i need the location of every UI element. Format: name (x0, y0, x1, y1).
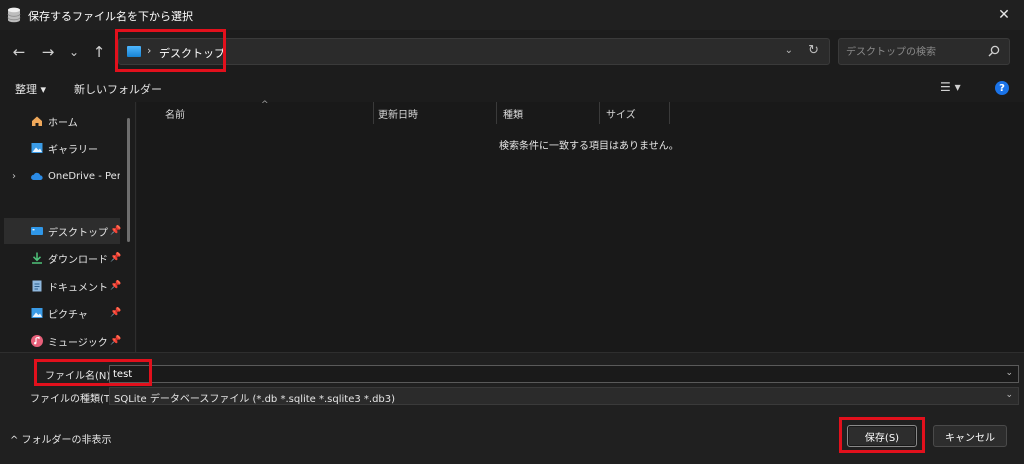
file-list: 名前 ^ 更新日時 種類 サイズ 検索条件に一致する項目はありません。 (137, 100, 1024, 352)
database-icon (7, 7, 21, 23)
sidebar-item-pictures[interactable]: ピクチャ 📌 (4, 300, 122, 326)
column-header-size[interactable]: サイズ (606, 102, 636, 124)
command-bar: 整理 ▾ 新しいフォルダー ☰ ▾ ? (0, 74, 1024, 102)
column-header-type[interactable]: 種類 (503, 102, 523, 124)
sidebar-item-desktop[interactable]: デスクトップ 📌 (4, 218, 122, 244)
expand-chevron-icon[interactable]: › (12, 171, 16, 182)
up-button[interactable]: ↑ (88, 42, 110, 62)
desktop-icon (30, 224, 44, 238)
pin-icon: 📌 (110, 226, 122, 236)
cancel-button[interactable]: キャンセル (933, 425, 1007, 447)
column-divider[interactable] (373, 102, 374, 124)
sidebar-item-downloads[interactable]: ダウンロード 📌 (4, 245, 122, 271)
organize-button[interactable]: 整理 ▾ (15, 81, 46, 97)
pin-icon: 📌 (110, 253, 122, 263)
pictures-icon (30, 306, 44, 320)
sidebar-item-home[interactable]: ホーム (4, 108, 120, 134)
sidebar-item-label: ホーム (48, 117, 78, 129)
sidebar-scrollbar[interactable] (127, 118, 130, 242)
refresh-button[interactable]: ↻ (808, 43, 819, 58)
pin-icon: 📌 (110, 308, 122, 318)
sidebar-item-label: OneDrive - Personal (48, 170, 120, 182)
annotation-box-save (839, 417, 925, 453)
filetype-selected-value: SQLite データベースファイル (*.db *.sqlite *.sqlit… (114, 394, 396, 405)
sidebar-item-gallery[interactable]: ギャラリー (4, 135, 120, 161)
search-box[interactable] (838, 38, 1010, 65)
search-input[interactable] (846, 44, 986, 60)
back-button[interactable]: ← (8, 42, 30, 62)
empty-folder-message: 検索条件に一致する項目はありません。 (499, 141, 679, 152)
music-icon (30, 334, 44, 348)
sidebar-item-documents[interactable]: ドキュメント 📌 (4, 273, 122, 299)
sidebar-item-onedrive[interactable]: › OneDrive - Personal (4, 163, 120, 189)
pin-icon: 📌 (110, 281, 122, 291)
document-icon (30, 279, 44, 293)
search-icon[interactable] (987, 44, 1001, 58)
sort-ascending-icon: ^ (261, 100, 269, 110)
column-header-modified[interactable]: 更新日時 (378, 102, 418, 124)
column-divider[interactable] (599, 102, 600, 124)
filetype-select[interactable]: SQLite データベースファイル (*.db *.sqlite *.sqlit… (109, 387, 1019, 405)
cloud-icon (30, 169, 44, 183)
home-icon (30, 114, 44, 128)
annotation-box-address (115, 29, 226, 72)
column-header-name[interactable]: 名前 (165, 102, 185, 124)
chevron-down-icon[interactable]: ⌄ (1005, 390, 1013, 400)
view-options-button[interactable]: ☰ ▾ (940, 80, 961, 94)
title-bar: 保存するファイル名を下から選択 ✕ (0, 0, 1024, 30)
column-divider[interactable] (669, 102, 670, 124)
annotation-box-filename (34, 359, 152, 386)
new-folder-button[interactable]: 新しいフォルダー (74, 81, 162, 97)
filetype-label: ファイルの種類(T): (30, 394, 118, 405)
help-button[interactable]: ? (995, 81, 1009, 95)
download-icon (30, 251, 44, 265)
window-title: 保存するファイル名を下から選択 (28, 10, 193, 23)
recent-locations-button[interactable]: ⌄ (63, 42, 85, 62)
pin-icon: 📌 (110, 336, 122, 346)
hide-folders-button[interactable]: ^ フォルダーの非表示 (10, 431, 112, 446)
filename-input[interactable] (113, 367, 993, 381)
column-divider[interactable] (496, 102, 497, 124)
filename-field[interactable]: ⌄ (109, 365, 1019, 383)
navigation-pane: ホーム ギャラリー › OneDrive - Personal デスクトップ 📌… (0, 102, 136, 352)
gallery-icon (30, 141, 44, 155)
chevron-down-icon[interactable]: ⌄ (1005, 368, 1013, 378)
sidebar-item-music[interactable]: ミュージック 📌 (4, 328, 122, 354)
sidebar-item-label: ギャラリー (48, 144, 98, 156)
forward-button[interactable]: → (37, 42, 59, 62)
address-dropdown-icon[interactable]: ⌄ (785, 45, 793, 56)
close-button[interactable]: ✕ (984, 0, 1024, 30)
